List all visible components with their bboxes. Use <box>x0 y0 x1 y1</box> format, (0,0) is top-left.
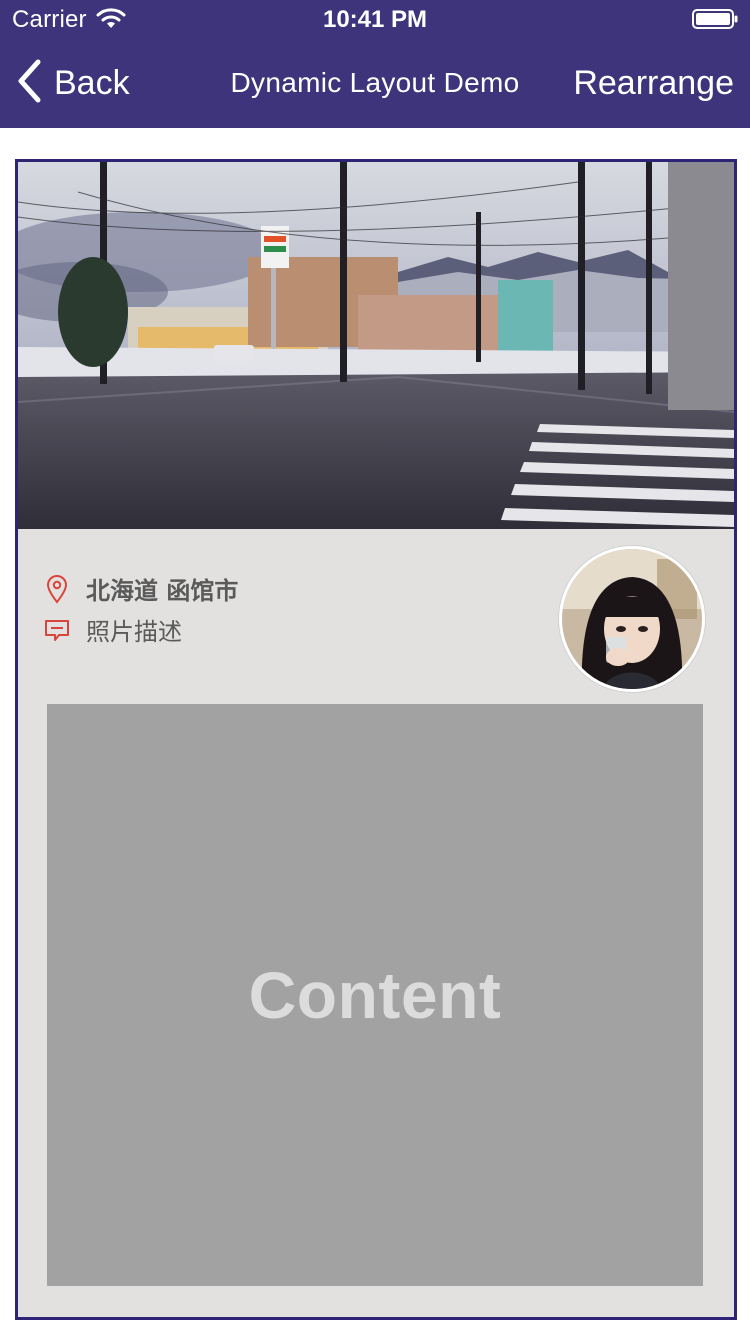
description-label: 照片描述 <box>86 618 182 646</box>
location-row: 北海道 函馆市 <box>44 571 238 606</box>
navigation-bar: Back Dynamic Layout Demo Rearrange <box>0 40 750 128</box>
map-pin-icon <box>44 574 70 604</box>
location-label: 北海道 函馆市 <box>86 577 239 605</box>
description-row: 照片描述 <box>44 612 182 647</box>
street-photo <box>18 162 734 529</box>
status-time: 10:41 PM <box>322 6 428 33</box>
avatar[interactable] <box>559 546 705 692</box>
status-bar: Carrier 10:41 PM <box>0 0 750 40</box>
screen: Carrier 10:41 PM Back Dynamic Layout Dem… <box>0 0 750 1334</box>
photo-card: 北海道 函馆市 照片描述 Content <box>15 159 737 1320</box>
top-bar: Carrier 10:41 PM Back Dynamic Layout Dem… <box>0 0 750 128</box>
content-label: Content <box>248 958 502 1032</box>
comment-icon <box>44 615 70 645</box>
rearrange-button[interactable]: Rearrange <box>573 64 734 103</box>
battery-icon <box>692 9 738 29</box>
content-area: Content <box>47 704 703 1286</box>
